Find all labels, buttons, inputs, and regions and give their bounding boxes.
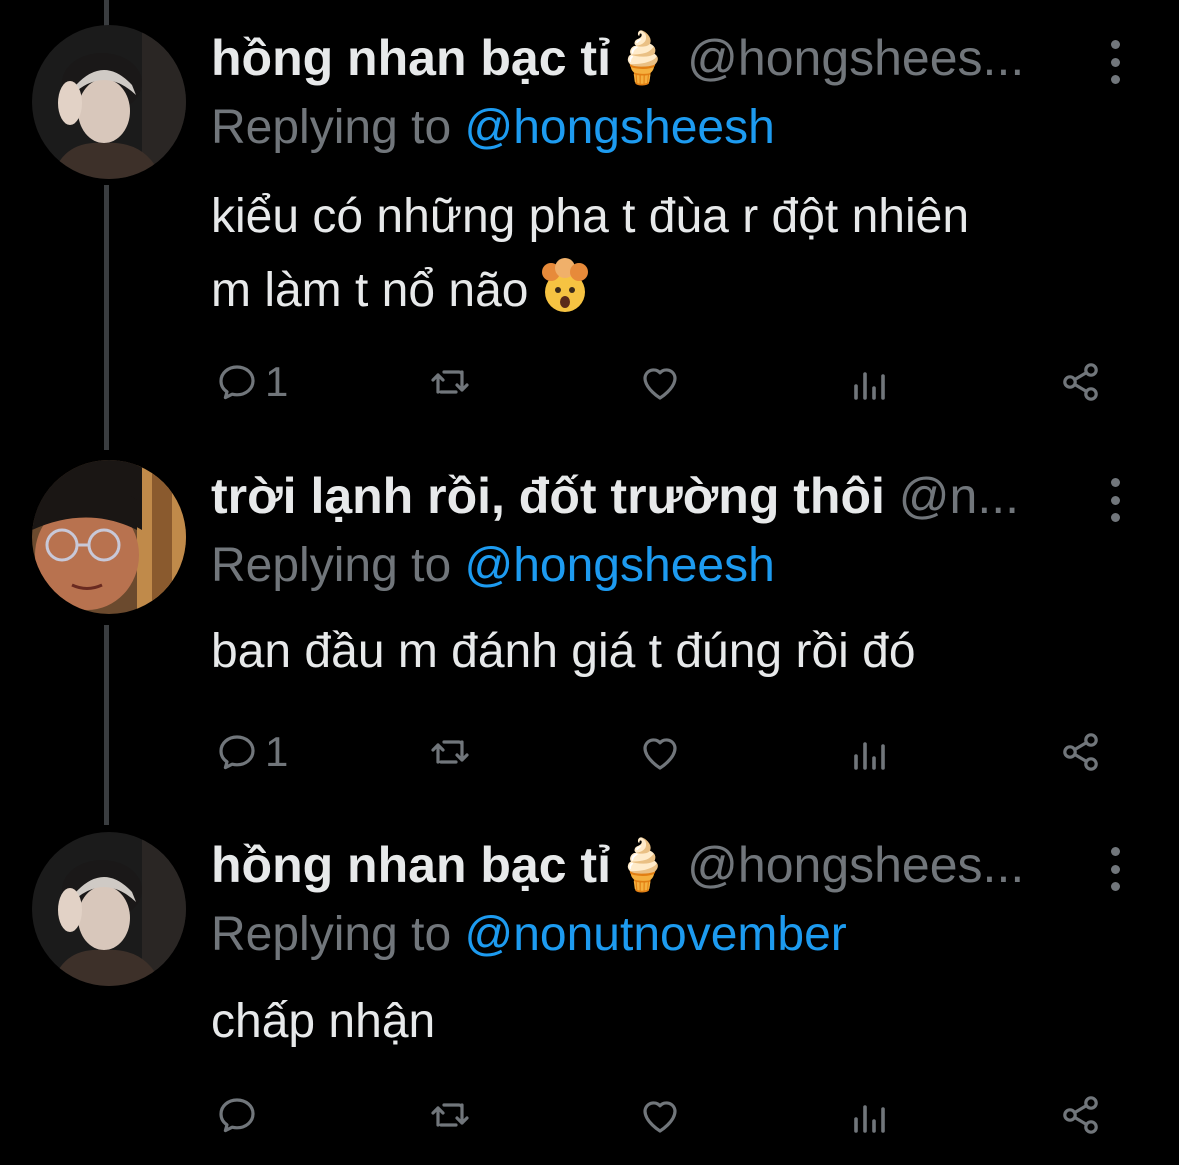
retweet-icon: [431, 740, 469, 764]
replying-to-label: Replying to: [211, 908, 452, 961]
heart-icon: [643, 1101, 677, 1133]
tweet-text: chấp nhận: [211, 985, 1119, 1059]
share-icon: [1063, 733, 1098, 771]
more-options-icon[interactable]: [1103, 478, 1127, 522]
display-name[interactable]: hồng nhan bạc tỉ🍦: [211, 30, 673, 86]
tweet-actions: 1: [0, 722, 1179, 782]
views-button[interactable]: [846, 722, 894, 782]
share-icon: [1063, 1096, 1098, 1134]
reply-count: 1: [265, 358, 289, 405]
views-button[interactable]: [846, 1085, 894, 1145]
reply-count: 1: [265, 728, 289, 775]
reply-icon: [219, 1098, 255, 1133]
tweet-text-line: chấp nhận: [211, 995, 436, 1048]
tweet-header: hồng nhan bạc tỉ🍦 @hongshees...: [211, 835, 1069, 895]
mention-link[interactable]: @hongsheesh: [464, 101, 774, 154]
user-handle[interactable]: @hongshees...: [687, 837, 1024, 893]
replying-to: Replying to @hongsheesh: [211, 536, 775, 596]
tweet-text: ban đầu m đánh giá t đúng rồi đó: [211, 615, 1119, 689]
retweet-button[interactable]: [426, 352, 474, 412]
tweet[interactable]: hồng nhan bạc tỉ🍦 @hongshees... Replying…: [0, 815, 1179, 1165]
share-icon: [1063, 363, 1098, 401]
avatar[interactable]: [32, 832, 186, 986]
reply-button[interactable]: [213, 1085, 265, 1145]
reply-icon: [219, 735, 255, 770]
reply-button[interactable]: 1: [213, 352, 288, 412]
mention-link[interactable]: @nonutnovember: [464, 908, 846, 961]
share-button[interactable]: [1057, 1085, 1105, 1145]
tweet-actions: 1: [0, 352, 1179, 412]
user-handle[interactable]: @n...: [899, 468, 1019, 524]
retweet-icon: [431, 1103, 469, 1127]
user-handle[interactable]: @hongshees...: [687, 30, 1024, 86]
avatar[interactable]: [32, 460, 186, 614]
like-button[interactable]: [636, 1085, 684, 1145]
replying-to: Replying to @nonutnovember: [211, 905, 847, 965]
like-button[interactable]: [636, 722, 684, 782]
tweet-text: kiểu có những pha t đùa r đột nhiên m là…: [211, 180, 1119, 328]
analytics-icon: [854, 372, 885, 400]
views-button[interactable]: [846, 352, 894, 412]
analytics-icon: [854, 1105, 885, 1133]
tweet-header: trời lạnh rồi, đốt trường thôi @n...: [211, 466, 1069, 526]
replying-to-label: Replying to: [211, 539, 452, 592]
reply-button[interactable]: 1: [213, 722, 288, 782]
mention-link[interactable]: @hongsheesh: [464, 539, 774, 592]
display-name[interactable]: hồng nhan bạc tỉ🍦: [211, 837, 673, 893]
exploding-head-emoji: [542, 258, 589, 312]
more-options-icon[interactable]: [1103, 40, 1127, 84]
tweet[interactable]: trời lạnh rồi, đốt trường thôi @n... Rep…: [0, 440, 1179, 820]
tweet[interactable]: hồng nhan bạc tỉ🍦 @hongshees... Replying…: [0, 0, 1179, 430]
retweet-button[interactable]: [426, 1085, 474, 1145]
reply-icon: [219, 365, 255, 400]
retweet-button[interactable]: [426, 722, 474, 782]
replying-to: Replying to @hongsheesh: [211, 98, 775, 158]
analytics-icon: [854, 742, 885, 770]
more-options-icon[interactable]: [1103, 847, 1127, 891]
avatar[interactable]: [32, 25, 186, 179]
tweet-actions: [0, 1085, 1179, 1145]
display-name[interactable]: trời lạnh rồi, đốt trường thôi: [211, 468, 885, 524]
avatar-photo: [32, 25, 186, 179]
tweet-header: hồng nhan bạc tỉ🍦 @hongshees...: [211, 28, 1069, 88]
avatar-photo: [32, 832, 186, 986]
tweet-text-line: ban đầu m đánh giá t đúng rồi đó: [211, 625, 916, 678]
heart-icon: [643, 368, 677, 400]
share-button[interactable]: [1057, 722, 1105, 782]
replying-to-label: Replying to: [211, 101, 452, 154]
share-button[interactable]: [1057, 352, 1105, 412]
avatar-photo: [32, 460, 186, 614]
retweet-icon: [431, 370, 469, 394]
like-button[interactable]: [636, 352, 684, 412]
tweet-text-line: m làm t nổ não: [211, 264, 529, 317]
tweet-text-line: kiểu có những pha t đùa r đột nhiên: [211, 190, 970, 243]
heart-icon: [643, 738, 677, 770]
